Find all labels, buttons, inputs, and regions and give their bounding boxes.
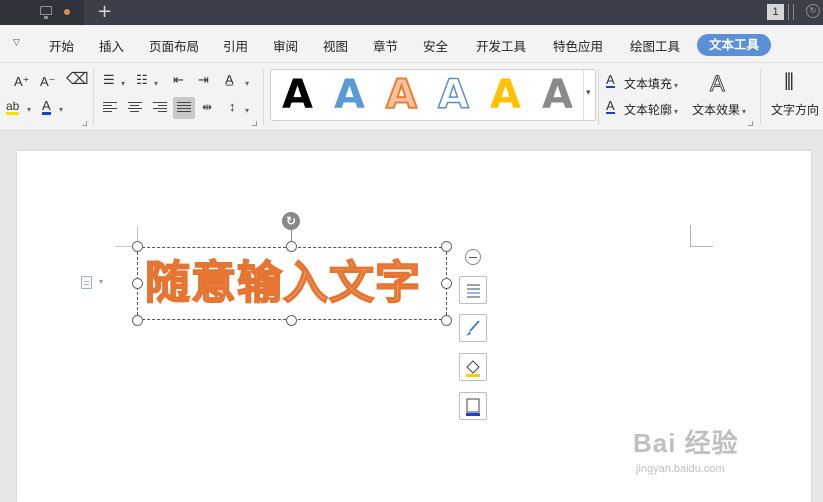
line-spacing-icon[interactable]: ↕ (229, 99, 236, 115)
font-grow-button[interactable]: A⁺ (14, 74, 30, 90)
resize-handle-s[interactable] (286, 315, 297, 326)
account-icon[interactable]: ↻ (806, 4, 820, 18)
resize-handle-n[interactable] (286, 241, 297, 252)
text-fill-chevron-down-icon: ▾ (674, 81, 679, 90)
text-outline-icon[interactable]: A (606, 99, 615, 114)
resize-handle-ne[interactable] (441, 241, 452, 252)
text-outline-label: 文本轮廓 (624, 103, 673, 117)
numbered-list-icon[interactable]: ☷ (136, 72, 148, 88)
text-effect-button[interactable]: 文本效果 ▾ (692, 101, 746, 118)
menu-tab-security[interactable]: 安全 (423, 36, 448, 55)
art-text[interactable]: 随意输入文字 (144, 255, 445, 311)
paragraph-chevron-down-icon[interactable]: ▾ (99, 277, 103, 286)
watermark-main: Bai 经验 (633, 428, 739, 458)
align-right-icon[interactable] (153, 102, 167, 114)
font-color-chevron-down-icon[interactable]: ▾ (59, 102, 63, 118)
highlight-chevron-down-icon[interactable]: ▾ (27, 102, 31, 118)
style-gold-preset[interactable]: A (490, 73, 521, 117)
justify-icon (177, 102, 191, 114)
ribbon-divider (263, 69, 264, 125)
layout-options-button[interactable] (459, 276, 487, 304)
decrease-indent-icon[interactable]: ⇤ (173, 72, 184, 88)
text-effect-label: 文本效果 (692, 103, 741, 117)
font-dialog-launcher-icon[interactable] (82, 121, 87, 126)
ribbon-divider (760, 69, 761, 125)
line-spacing-chevron-down-icon[interactable]: ▾ (245, 103, 249, 119)
menu-tab-start[interactable]: 开始 (49, 36, 74, 55)
style-brush-button[interactable] (459, 314, 487, 342)
document-tab[interactable] (0, 0, 84, 25)
resize-handle-sw[interactable] (132, 315, 143, 326)
menu-tab-features[interactable]: 特色应用 (553, 36, 603, 55)
style-orange-outline-preset[interactable]: A (385, 72, 418, 118)
text-fill-label: 文本填充 (624, 77, 673, 91)
font-color-button[interactable]: A (42, 99, 51, 115)
rotate-handle-icon[interactable]: ↻ (282, 212, 300, 230)
collapse-toolbar-icon[interactable] (465, 249, 481, 265)
margin-mark (690, 225, 691, 247)
menu-bar: ▽ 开始 插入 页面布局 引用 审阅 视图 章节 安全 开发工具 特色应用 绘图… (0, 25, 823, 63)
distribute-icon[interactable]: ⇹ (202, 99, 212, 115)
text-outline-chevron-down-icon: ▾ (674, 107, 679, 116)
bullet-chevron-down-icon[interactable]: ▾ (121, 76, 125, 92)
gallery-more-button[interactable] (583, 70, 595, 120)
text-outline-button[interactable]: 文本轮廓 ▾ (624, 101, 678, 118)
paint-bucket-icon (466, 360, 480, 377)
text-effect-chevron-down-icon: ▾ (742, 107, 747, 116)
menu-tab-text-tools[interactable]: 文本工具 (697, 34, 771, 56)
highlight-button[interactable]: ab (6, 100, 20, 115)
window-count-badge[interactable]: 1 (767, 4, 784, 20)
menu-tab-references[interactable]: 引用 (223, 36, 248, 55)
monitor-icon (40, 6, 52, 19)
menu-tab-developer[interactable]: 开发工具 (476, 36, 526, 55)
spacing-chevron-down-icon[interactable]: ▾ (245, 76, 249, 92)
text-wrap-icon (467, 284, 480, 298)
menu-tab-page-layout[interactable]: 页面布局 (149, 36, 199, 55)
paragraph-dialog-launcher-icon[interactable] (252, 121, 257, 126)
paragraph-icon[interactable] (81, 276, 92, 289)
text-direction-button[interactable]: 文字方向 (771, 101, 819, 118)
window-list-icon[interactable] (788, 4, 794, 20)
text-fill-button[interactable]: 文本填充 ▾ (624, 75, 678, 92)
ribbon-divider (598, 69, 599, 125)
menu-tab-chapter[interactable]: 章节 (373, 36, 398, 55)
title-bar: + 1 ↻ (0, 0, 823, 25)
increase-indent-icon[interactable]: ⇥ (198, 72, 209, 88)
style-blue-preset[interactable]: A (334, 73, 365, 117)
text-direction-icon[interactable]: ||| (784, 71, 794, 89)
margin-mark (690, 246, 713, 247)
new-tab-button[interactable]: + (97, 1, 112, 23)
watermark-url: jingyan.baidu.com (636, 463, 725, 475)
resize-handle-w[interactable] (132, 278, 143, 289)
style-gray-gradient-preset[interactable]: A (542, 73, 573, 117)
resize-handle-se[interactable] (441, 315, 452, 326)
font-shrink-button[interactable]: A⁻ (40, 74, 56, 90)
text-dialog-launcher-icon[interactable] (748, 121, 753, 126)
align-center-icon[interactable] (128, 102, 142, 114)
text-effect-icon[interactable]: A (710, 71, 726, 96)
menu-tab-drawing-tools[interactable]: 绘图工具 (630, 36, 680, 55)
style-blue-outline-preset[interactable]: A (437, 72, 469, 118)
ribbon-divider (93, 69, 94, 125)
menu-tab-review[interactable]: 审阅 (273, 36, 298, 55)
align-left-icon[interactable] (103, 102, 117, 114)
numbered-chevron-down-icon[interactable]: ▾ (154, 76, 158, 92)
menu-tab-insert[interactable]: 插入 (99, 36, 124, 55)
fill-color-button[interactable] (459, 353, 487, 381)
menu-tab-view[interactable]: 视图 (323, 36, 348, 55)
unsaved-dot-icon (64, 9, 70, 15)
outline-icon (466, 398, 480, 416)
eraser-icon[interactable]: ⌫ (66, 72, 89, 88)
outline-color-button[interactable] (459, 392, 487, 420)
bullet-list-icon[interactable]: ☰ (103, 72, 115, 88)
text-fill-icon[interactable]: A (606, 73, 615, 88)
menu-collapse-chevron-icon[interactable]: ▽ (13, 38, 20, 48)
brush-icon (466, 320, 480, 336)
text-spacing-icon[interactable]: A̲ (225, 72, 234, 88)
resize-handle-nw[interactable] (132, 241, 143, 252)
style-black-preset[interactable]: A (282, 73, 313, 117)
